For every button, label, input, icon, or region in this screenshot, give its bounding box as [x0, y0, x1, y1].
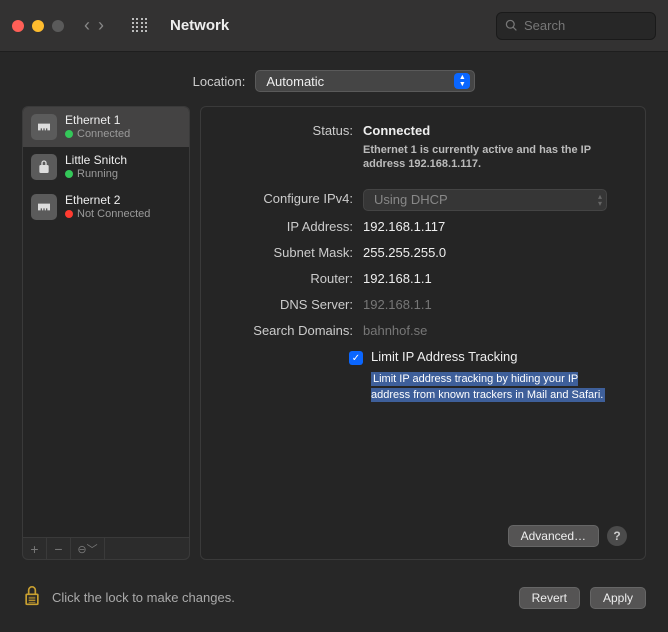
minimize-window-icon[interactable] — [32, 20, 44, 32]
network-details-panel: Status: Connected Ethernet 1 is currentl… — [200, 106, 646, 560]
all-prefs-button[interactable] — [132, 18, 148, 34]
add-network-button[interactable]: + — [23, 538, 47, 559]
location-select[interactable]: Automatic ▲▼ — [255, 70, 475, 92]
lock-icon — [31, 154, 57, 180]
remove-network-button[interactable]: − — [47, 538, 71, 559]
advanced-button[interactable]: Advanced… — [508, 525, 599, 547]
dns-server-label: DNS Server: — [219, 295, 363, 315]
network-item-littlesnitch[interactable]: Little Snitch Running — [23, 147, 189, 187]
status-description: Ethernet 1 is currently active and has t… — [363, 143, 603, 171]
configure-ipv4-label: Configure IPv4: — [219, 189, 363, 211]
network-item-ethernet1[interactable]: Ethernet 1 Connected — [23, 107, 189, 147]
title-bar: ‹ › Network Search — [0, 0, 668, 52]
search-domains-label: Search Domains: — [219, 321, 363, 341]
configure-ipv4-value: Using DHCP — [374, 190, 448, 210]
status-dot-icon — [65, 210, 73, 218]
apply-button[interactable]: Apply — [590, 587, 646, 609]
search-domains-value: bahnhof.se — [363, 321, 627, 341]
status-dot-icon — [65, 130, 73, 138]
revert-button[interactable]: Revert — [519, 587, 580, 609]
search-placeholder: Search — [524, 18, 565, 33]
network-status: Running — [77, 167, 118, 181]
limit-tracking-description: Limit IP address tracking by hiding your… — [371, 372, 605, 402]
main-area: Ethernet 1 Connected Little Snitch Runni… — [0, 106, 668, 574]
network-list: Ethernet 1 Connected Little Snitch Runni… — [22, 106, 190, 538]
network-status: Not Connected — [77, 207, 150, 221]
status-label: Status: — [219, 121, 363, 171]
location-value: Automatic — [266, 74, 324, 89]
status-value: Connected — [363, 123, 430, 138]
ethernet-icon — [31, 194, 57, 220]
select-stepper-icon: ▲▼ — [454, 73, 470, 89]
bottom-bar: Click the lock to make changes. Revert A… — [0, 574, 668, 625]
lock-icon[interactable] — [22, 584, 42, 611]
search-input[interactable]: Search — [496, 12, 656, 40]
location-label: Location: — [193, 74, 246, 89]
network-status: Connected — [77, 127, 130, 141]
ethernet-icon — [31, 114, 57, 140]
router-label: Router: — [219, 269, 363, 289]
status-dot-icon — [65, 170, 73, 178]
network-actions-button[interactable]: ⊖﹀ — [71, 538, 105, 559]
forward-button[interactable]: › — [98, 15, 104, 36]
window-controls — [12, 20, 64, 32]
limit-tracking-checkbox[interactable]: ✓ — [349, 351, 363, 365]
dns-server-value: 192.168.1.1 — [363, 295, 627, 315]
back-button[interactable]: ‹ — [84, 15, 90, 36]
help-button[interactable]: ? — [607, 526, 627, 546]
ip-address-label: IP Address: — [219, 217, 363, 237]
nav-arrows: ‹ › — [84, 15, 104, 36]
location-row: Location: Automatic ▲▼ — [0, 52, 668, 106]
subnet-mask-label: Subnet Mask: — [219, 243, 363, 263]
configure-ipv4-select[interactable]: Using DHCP ▴▾ — [363, 189, 607, 211]
select-stepper-icon: ▴▾ — [598, 193, 602, 207]
network-name: Little Snitch — [65, 153, 127, 167]
network-name: Ethernet 1 — [65, 113, 130, 127]
ip-address-value: 192.168.1.117 — [363, 217, 627, 237]
lock-text: Click the lock to make changes. — [52, 590, 235, 605]
network-list-footer: + − ⊖﹀ — [22, 538, 190, 560]
zoom-window-icon — [52, 20, 64, 32]
close-window-icon[interactable] — [12, 20, 24, 32]
limit-tracking-label: Limit IP Address Tracking — [371, 349, 627, 364]
subnet-mask-value: 255.255.255.0 — [363, 243, 627, 263]
window-title: Network — [170, 17, 229, 34]
network-item-ethernet2[interactable]: Ethernet 2 Not Connected — [23, 187, 189, 227]
router-value: 192.168.1.1 — [363, 269, 627, 289]
network-name: Ethernet 2 — [65, 193, 150, 207]
network-sidebar: Ethernet 1 Connected Little Snitch Runni… — [22, 106, 190, 560]
search-icon — [505, 19, 518, 32]
